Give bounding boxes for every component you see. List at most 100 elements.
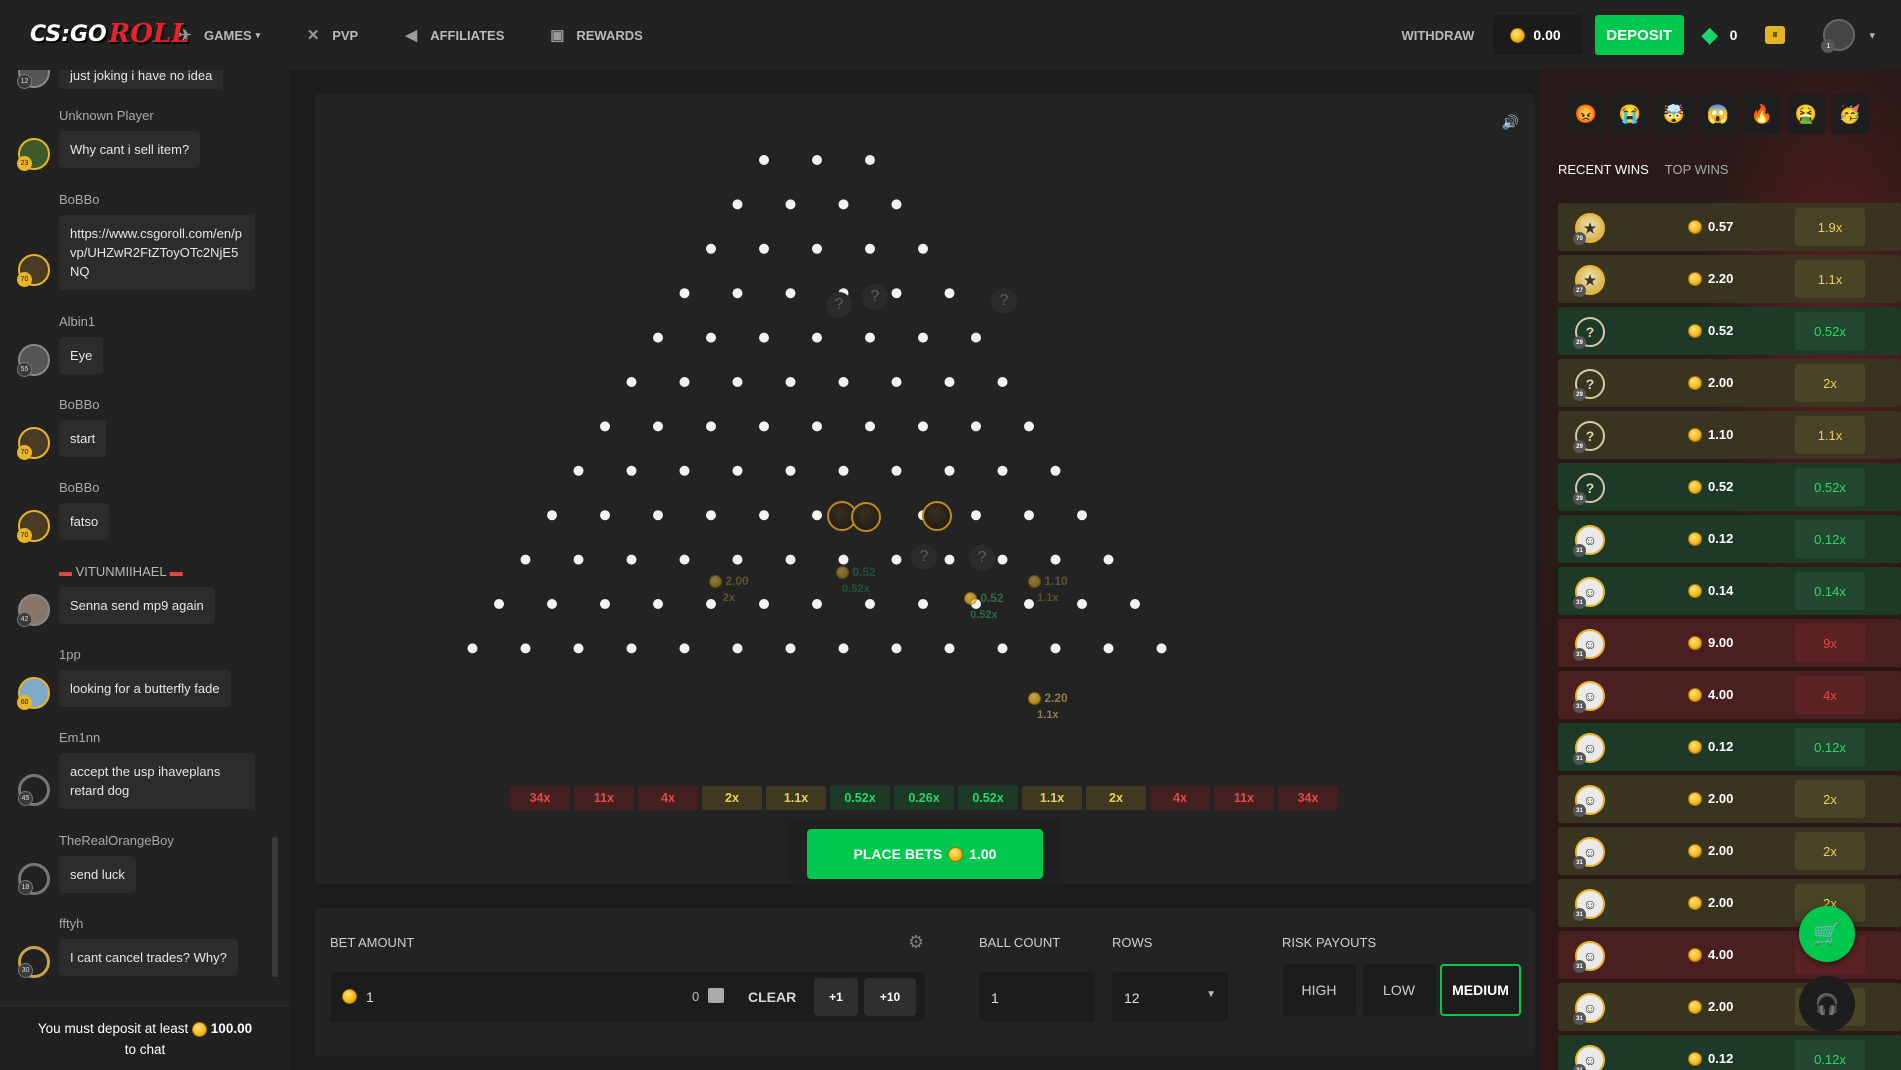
chat-avatar[interactable]: 45 xyxy=(18,774,50,806)
games-icon: ✈ xyxy=(178,27,192,44)
level-badge: 31 xyxy=(1573,908,1586,921)
chat-bubble: looking for a butterfly fade xyxy=(59,670,231,707)
user-menu-chevron-icon[interactable]: ▾ xyxy=(1869,29,1875,42)
tab-top-wins[interactable]: TOP WINS xyxy=(1665,162,1729,177)
chat-avatar[interactable]: 60 xyxy=(17,677,50,710)
winner-avatar[interactable]: ★ 70 xyxy=(1573,213,1605,245)
peg xyxy=(573,643,584,654)
chat-username[interactable]: ▬ VITUNMIIHAEL ▬ xyxy=(59,564,183,579)
nav-rewards[interactable]: ▣ REWARDS xyxy=(548,27,643,44)
win-row: ☺31 4.00 4x xyxy=(1558,671,1901,719)
winner-avatar[interactable]: ☺31 xyxy=(1573,733,1605,765)
winner-avatar[interactable]: ☺31 xyxy=(1573,941,1605,973)
peg xyxy=(759,421,769,432)
cart-button[interactable]: 🛒 xyxy=(1799,906,1855,962)
chat-avatar[interactable]: 12 xyxy=(17,70,50,89)
emoji-reaction-button[interactable]: 🤮 xyxy=(1787,94,1825,134)
nav-games[interactable]: ✈ GAMES ▾ xyxy=(176,27,261,44)
chat-avatar[interactable]: 23 xyxy=(17,138,50,171)
chat-bubble[interactable]: https://www.csgoroll.com/en/pvp/UHZwR2Ft… xyxy=(59,215,255,290)
emoji-reaction-button[interactable]: 😡 xyxy=(1567,94,1605,134)
winner-avatar[interactable]: ☺31 xyxy=(1573,681,1605,713)
chat-avatar[interactable]: 70 xyxy=(17,510,50,543)
level-badge: 31 xyxy=(1573,596,1586,609)
winner-avatar[interactable]: ☺31 xyxy=(1573,889,1605,921)
chat-username[interactable]: BoBBo xyxy=(59,192,99,207)
bet-amount-value[interactable]: 1 xyxy=(366,989,374,1005)
chat-username[interactable]: BoBBo xyxy=(59,480,99,495)
ghost-multiplier: 0.52x xyxy=(970,609,998,622)
speaker-icon[interactable]: 🔊 xyxy=(1502,114,1519,131)
chat-username[interactable]: BoBBo xyxy=(59,397,99,412)
place-bets-button[interactable]: PLACE BETS 1.00 xyxy=(807,829,1043,879)
winner-avatar[interactable]: ☺31 xyxy=(1573,577,1605,609)
mystery-ball-icon: ? xyxy=(969,545,995,571)
win-multiplier: 2x xyxy=(1795,780,1865,818)
tab-recent-wins[interactable]: RECENT WINS xyxy=(1558,162,1649,177)
multiplier-bucket: 0.52x xyxy=(958,786,1018,810)
chat-username[interactable]: fftyh xyxy=(59,916,83,931)
chat-username[interactable]: Albin1 xyxy=(59,314,95,329)
chat-scrollbar[interactable] xyxy=(272,837,278,977)
user-avatar[interactable]: 1 xyxy=(1821,19,1856,53)
place-bets-amount: 1.00 xyxy=(969,846,997,862)
coin-icon xyxy=(1688,843,1702,858)
clear-button[interactable]: CLEAR xyxy=(748,989,796,1005)
winner-avatar[interactable]: ? 29 xyxy=(1573,421,1605,453)
withdraw-link[interactable]: WITHDRAW xyxy=(1401,28,1474,43)
emoji-reaction-button[interactable]: 🔥 xyxy=(1743,94,1781,134)
emoji-reaction-button[interactable]: 🤯 xyxy=(1655,94,1693,134)
chat-username[interactable]: TheRealOrangeBoy xyxy=(59,833,174,848)
deposit-button[interactable]: DEPOSIT xyxy=(1594,15,1684,55)
peg xyxy=(494,599,504,609)
peg xyxy=(838,554,849,565)
nav-affiliates[interactable]: ◀ AFFILIATES xyxy=(402,27,504,44)
top-bar: CS:GO ROLL ✈ GAMES ▾ ✕ PVP ◀ AFFILIATES … xyxy=(0,0,1901,70)
chat-avatar[interactable]: 55 xyxy=(17,344,50,377)
mystery-ball-icon: ? xyxy=(911,544,937,570)
ball-count-input[interactable]: 1 xyxy=(979,972,1095,1022)
coin-icon xyxy=(1688,427,1702,442)
emoji-reaction-button[interactable]: 😭 xyxy=(1611,94,1649,134)
wallet-icon[interactable] xyxy=(708,988,724,1003)
emoji-reaction-button[interactable]: 😱 xyxy=(1699,94,1737,134)
winner-avatar[interactable]: ? 29 xyxy=(1573,473,1605,505)
ghost-amount: 1.10 xyxy=(1044,574,1068,588)
support-button[interactable]: 🎧 xyxy=(1799,976,1855,1032)
winner-avatar[interactable]: ☺31 xyxy=(1573,785,1605,817)
chat-username[interactable]: Unknown Player xyxy=(59,108,154,123)
nav-pvp[interactable]: ✕ PVP xyxy=(304,27,358,44)
chat-avatar[interactable]: 18 xyxy=(18,863,50,895)
risk-high-button[interactable]: HIGH xyxy=(1282,964,1356,1016)
bet-amount-input[interactable]: 1 0 CLEAR +1 +10 xyxy=(330,972,925,1022)
chat-avatar[interactable]: 30 xyxy=(18,946,50,978)
risk-low-button[interactable]: LOW xyxy=(1362,964,1436,1016)
chest-icon[interactable] xyxy=(1765,26,1786,44)
risk-medium-button[interactable]: MEDIUM xyxy=(1440,964,1521,1016)
emoji-reaction-button[interactable]: 🥳 xyxy=(1831,94,1869,134)
plus-ten-button[interactable]: +10 xyxy=(864,978,916,1016)
gear-icon[interactable]: ⚙ xyxy=(908,932,924,953)
winner-avatar[interactable]: ☺31 xyxy=(1573,993,1605,1025)
rows-select[interactable]: 12 ▼ xyxy=(1112,972,1228,1022)
winner-avatar[interactable]: ☺31 xyxy=(1573,629,1605,661)
chat-username[interactable]: 1pp xyxy=(59,647,81,662)
chat-avatar[interactable]: 70 xyxy=(17,254,50,287)
peg xyxy=(865,155,875,165)
chat-avatar[interactable]: 70 xyxy=(17,427,50,460)
winner-avatar[interactable]: ☺31 xyxy=(1573,525,1605,557)
cart-icon: 🛒 xyxy=(1813,921,1841,946)
chat-avatar[interactable]: 42 xyxy=(17,594,50,627)
winner-avatar[interactable]: ☺31 xyxy=(1573,1045,1605,1070)
bet-result-ghost: 0.52 0.52x xyxy=(964,591,1004,621)
winner-avatar[interactable]: ★ 27 xyxy=(1573,265,1605,297)
winner-avatar[interactable]: ? 29 xyxy=(1573,369,1605,401)
gem-icon: ◆ xyxy=(1701,22,1719,47)
win-amount-value: 0.14 xyxy=(1708,583,1734,598)
balance-display: 0.00 xyxy=(1494,15,1583,55)
chat-username[interactable]: Em1nn xyxy=(59,730,100,745)
winner-avatar[interactable]: ☺31 xyxy=(1573,837,1605,869)
winner-avatar[interactable]: ? 29 xyxy=(1573,317,1605,349)
site-logo[interactable]: CS:GO ROLL xyxy=(30,16,190,52)
plus-one-button[interactable]: +1 xyxy=(814,978,858,1016)
